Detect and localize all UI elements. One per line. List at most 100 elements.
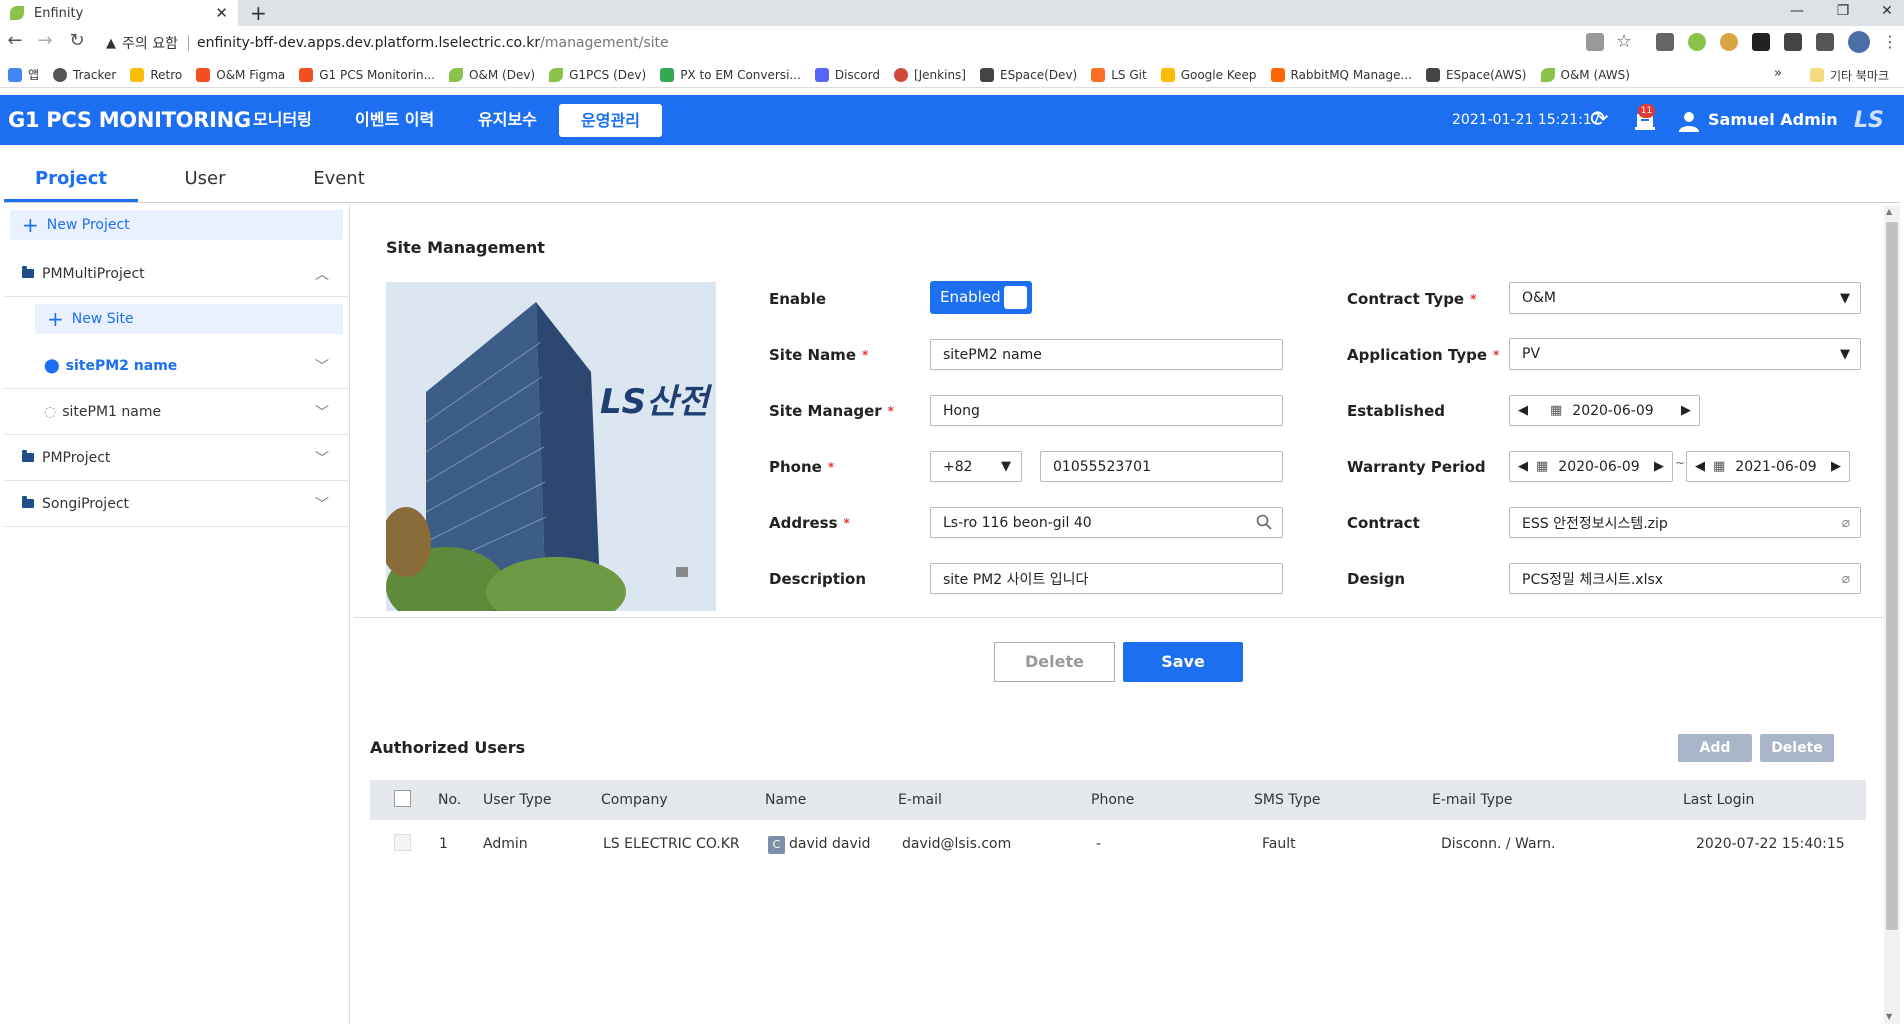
column-header: E-mail Type [1432,792,1513,808]
established-date-picker[interactable]: ◀ ▦ 2020-06-09 ▶ [1509,395,1700,426]
table-row[interactable] [370,824,1866,864]
restore-icon[interactable]: ❐ [1826,0,1860,26]
application-type-label: Application Type * [1347,346,1500,364]
nav-monitoring[interactable]: 모니터링 [253,95,312,145]
cube-extension-icon[interactable] [1784,33,1802,51]
new-site-button[interactable]: + New Site [35,304,343,334]
refresh-icon[interactable]: ⟳ [1590,108,1614,132]
tree-item-sitepm2[interactable]: ⬤ sitePM2 name ﹀ [4,343,349,389]
browser-tab[interactable]: Enfinity ✕ [0,0,238,26]
add-user-button[interactable]: Add [1678,734,1752,762]
bookmark-star-icon[interactable]: ☆ [1616,31,1632,52]
leaf-icon [1540,67,1555,82]
forward-icon[interactable]: → [32,30,58,51]
bookmark-item[interactable]: G1 PCS Monitorin... [299,67,435,82]
new-project-button[interactable]: + New Project [10,210,343,240]
translate-icon[interactable] [1586,33,1604,51]
bookmark-item[interactable]: O&M Figma [196,67,285,82]
profile-avatar-icon[interactable] [1848,31,1870,53]
android-extension-icon[interactable] [1688,33,1706,51]
tab-event[interactable]: Event [272,155,406,203]
site-name-input[interactable]: sitePM2 name [930,339,1283,370]
description-input[interactable]: site PM2 사이트 입니다 [930,563,1283,594]
attachment-icon[interactable]: ⌀ [1842,571,1850,587]
bookmarks-overflow-icon[interactable]: » [1774,66,1782,81]
phone-country-select[interactable]: +82 ▼ [930,451,1022,482]
chevron-down-icon[interactable]: ﹀ [315,356,329,376]
bookmark-item[interactable]: ESpace(AWS) [1425,67,1527,82]
application-type-select[interactable]: PV ▼ [1509,338,1861,370]
scrollbar-thumb[interactable] [1886,222,1898,930]
contract-label: Contract [1347,514,1420,532]
contract-type-select[interactable]: O&M ▼ [1509,282,1861,314]
bookmark-item[interactable]: G1PCS (Dev) [549,67,646,82]
bookmark-item[interactable]: Tracker [53,67,116,82]
delete-user-button[interactable]: Delete [1760,734,1834,762]
contract-file-input[interactable]: ESS 안전정보시스템.zip ⌀ [1509,507,1861,538]
tab-project[interactable]: Project [4,155,138,202]
nav-operation-management[interactable]: 운영관리 [559,104,662,137]
leaf-icon [549,67,564,82]
search-icon[interactable] [1256,514,1272,530]
prev-date-icon[interactable]: ◀ [1510,403,1536,418]
extension-icon[interactable] [1656,33,1674,51]
prev-date-icon[interactable]: ◀ [1510,459,1536,474]
row-checkbox[interactable] [394,834,411,851]
nav-event-history[interactable]: 이벤트 이력 [355,95,434,145]
bookmark-item[interactable]: 앱 [8,66,39,83]
attachment-icon[interactable]: ⌀ [1842,515,1850,531]
bookmark-item[interactable]: Google Keep [1160,67,1257,82]
bookmark-item[interactable]: O&M (Dev) [449,67,535,82]
bookmark-item[interactable]: O&M (AWS) [1540,67,1630,82]
user-name[interactable]: Samuel Admin [1708,95,1838,145]
save-site-button[interactable]: Save [1123,642,1243,682]
address-bar[interactable]: ▲ 주의 요함 enfinity-bff-dev.apps.dev.platfo… [98,30,1650,56]
bookmark-item[interactable]: PX to EM Conversi... [660,67,801,82]
puzzle-extensions-icon[interactable] [1816,33,1834,51]
bookmark-item[interactable]: Retro [130,67,182,82]
address-input[interactable]: Ls-ro 116 beon-gil 40 [930,507,1283,538]
tree-item-pmproject[interactable]: PMProject ﹀ [4,435,349,481]
site-manager-input[interactable]: Hong [930,395,1283,426]
new-tab-button[interactable]: + [250,0,267,26]
chevron-up-icon[interactable]: ︿ [315,264,329,284]
scroll-up-icon[interactable]: ▲ [1886,207,1892,216]
tree-item-pmmultiproject[interactable]: PMMultiProject ︿ [4,251,349,297]
next-date-icon[interactable]: ▶ [1646,459,1672,474]
enable-toggle[interactable]: Enabled [930,281,1032,314]
close-tab-icon[interactable]: ✕ [215,4,228,22]
cookie-extension-icon[interactable] [1720,33,1738,51]
site-photo[interactable]: LS산전 [386,282,716,611]
warranty-end-picker[interactable]: ◀ ▦ 2021-06-09 ▶ [1686,451,1850,482]
minimize-icon[interactable]: — [1780,0,1814,26]
more-menu-icon[interactable]: ⋮ [1882,32,1898,51]
chevron-down-icon[interactable]: ﹀ [315,494,329,514]
tree-item-sitepm1[interactable]: ◌ sitePM1 name ﹀ [4,389,349,435]
next-date-icon[interactable]: ▶ [1823,459,1849,474]
cell-sms-type: Fault [1262,836,1296,852]
chevron-down-icon[interactable]: ﹀ [315,448,329,468]
warranty-start-picker[interactable]: ◀ ▦ 2020-06-09 ▶ [1509,451,1673,482]
bookmark-item[interactable]: Discord [814,67,880,82]
tab-user[interactable]: User [140,155,270,203]
tree-item-songiproject[interactable]: SongiProject ﹀ [4,481,349,527]
back-icon[interactable]: ← [2,30,28,51]
column-header: User Type [483,792,552,808]
close-window-icon[interactable]: ✕ [1870,0,1904,26]
jb-extension-icon[interactable] [1752,33,1770,51]
nav-maintenance[interactable]: 유지보수 [478,95,537,145]
scroll-down-icon[interactable]: ▼ [1886,1012,1892,1021]
bookmark-item[interactable]: ESpace(Dev) [979,67,1077,82]
bookmark-item[interactable]: RabbitMQ Manage... [1270,67,1412,82]
chevron-down-icon[interactable]: ﹀ [315,402,329,422]
design-file-input[interactable]: PCS정밀 체크시트.xlsx ⌀ [1509,563,1861,594]
bookmark-item[interactable]: [Jenkins] [893,67,966,82]
reload-icon[interactable]: ↻ [64,30,90,51]
select-all-checkbox[interactable] [394,790,411,807]
bookmark-item[interactable]: LS Git [1091,67,1147,82]
delete-site-button[interactable]: Delete [994,642,1115,682]
phone-number-input[interactable]: 01055523701 [1040,451,1283,482]
prev-date-icon[interactable]: ◀ [1687,459,1713,474]
other-bookmarks[interactable]: 기타 북마크 [1810,62,1889,88]
next-date-icon[interactable]: ▶ [1673,403,1699,418]
